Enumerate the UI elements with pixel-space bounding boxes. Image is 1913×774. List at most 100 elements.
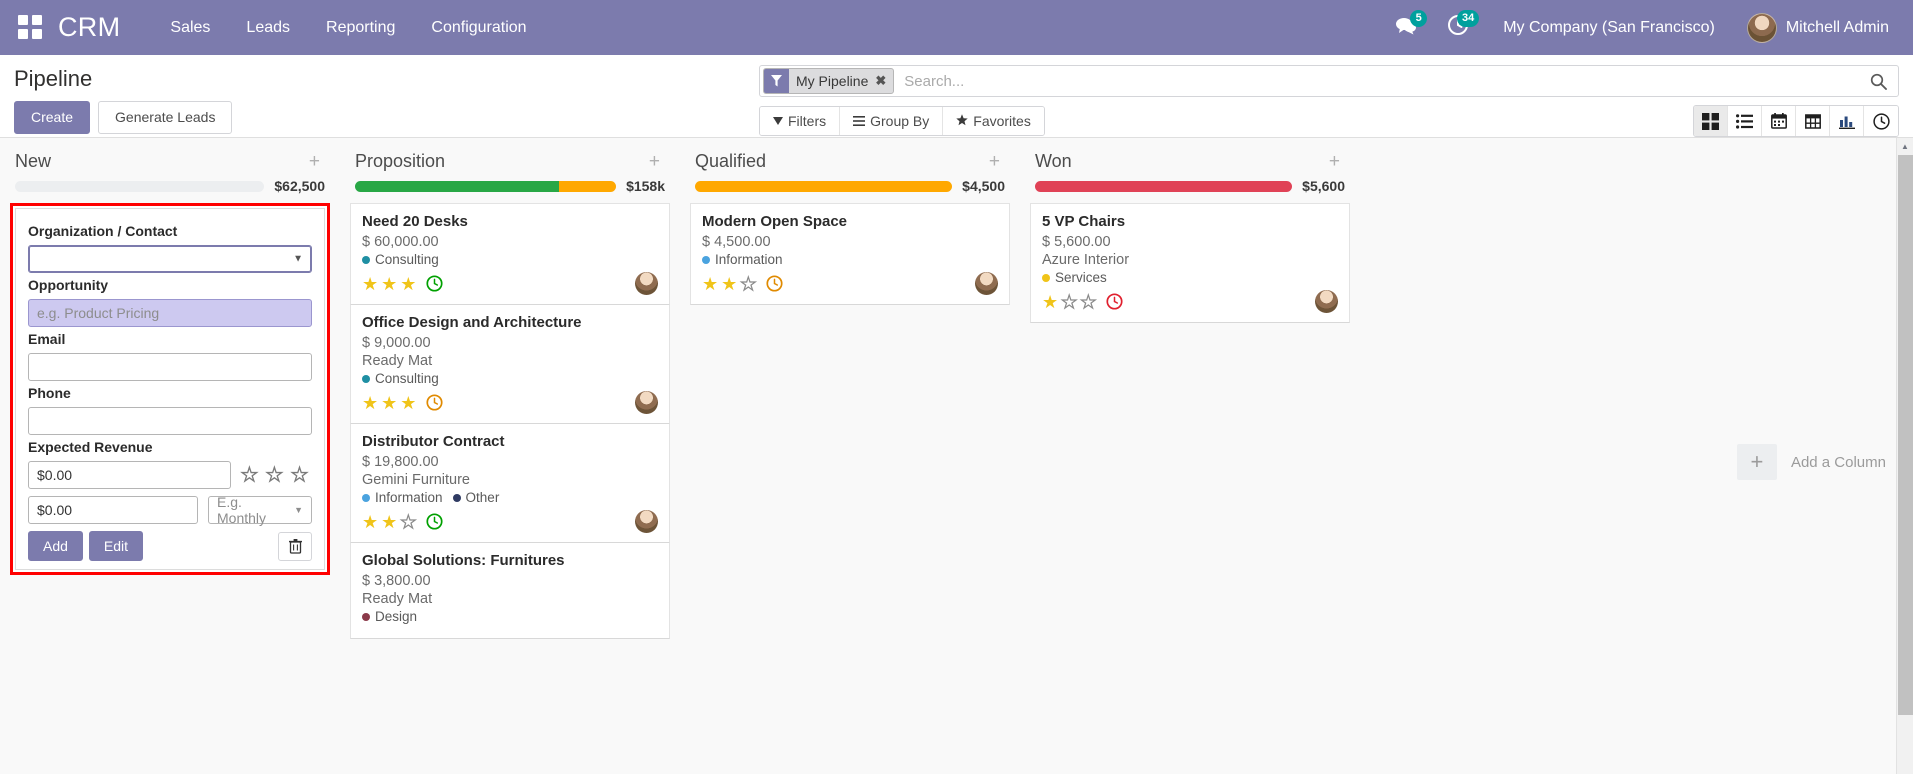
- card-priority-star[interactable]: ★: [1042, 293, 1058, 311]
- magnifier-icon[interactable]: [1859, 66, 1898, 96]
- plus-icon[interactable]: +: [984, 152, 1005, 171]
- card-priority-star[interactable]: ★: [362, 513, 378, 531]
- group-by-button[interactable]: Group By: [840, 107, 944, 135]
- scrollbar-thumb[interactable]: [1898, 155, 1913, 715]
- view-button-kanban[interactable]: [1694, 106, 1728, 136]
- kanban-card[interactable]: Global Solutions: Furnitures $ 3,800.00 Re…: [350, 543, 670, 639]
- generate-leads-button[interactable]: Generate Leads: [98, 101, 233, 134]
- card-tag[interactable]: Other: [452, 490, 499, 505]
- card-priority-star[interactable]: ★: [400, 275, 416, 293]
- close-x-icon[interactable]: ✖: [874, 73, 893, 89]
- card-tag[interactable]: Information: [362, 490, 443, 505]
- progress-bar[interactable]: [695, 180, 953, 192]
- card-priority[interactable]: ★ ★ ★: [362, 512, 417, 531]
- edit-button[interactable]: Edit: [88, 531, 144, 561]
- card-priority-star[interactable]: ★: [1080, 292, 1097, 311]
- create-button[interactable]: Create: [14, 101, 91, 134]
- card-priority[interactable]: ★ ★ ★: [702, 274, 757, 293]
- vertical-scrollbar[interactable]: ▲: [1896, 138, 1913, 774]
- progress-segment[interactable]: [1035, 180, 1293, 192]
- progress-segment[interactable]: [558, 180, 617, 192]
- view-button-activity[interactable]: [1864, 106, 1898, 136]
- progress-bar[interactable]: [15, 180, 265, 192]
- card-assignee-avatar[interactable]: [635, 510, 658, 533]
- recurring-revenue-input[interactable]: [28, 496, 198, 524]
- nav-menu-sales[interactable]: Sales: [152, 13, 228, 43]
- card-assignee-avatar[interactable]: [975, 272, 998, 295]
- priority-star[interactable]: ★: [240, 465, 258, 485]
- email-input[interactable]: [28, 353, 312, 381]
- nav-menu-reporting[interactable]: Reporting: [308, 13, 413, 43]
- app-brand-crm[interactable]: CRM: [58, 12, 120, 43]
- search-bar[interactable]: My Pipeline ✖: [759, 65, 1899, 97]
- kanban-card[interactable]: Modern Open Space $ 4,500.00 Information ★ ★…: [690, 203, 1010, 305]
- favorites-button[interactable]: Favorites: [943, 107, 1044, 135]
- add-button[interactable]: Add: [28, 531, 83, 561]
- card-assignee-avatar[interactable]: [635, 272, 658, 295]
- activity-clock-icon[interactable]: [426, 394, 443, 411]
- plus-icon[interactable]: +: [304, 152, 325, 171]
- card-priority-star[interactable]: ★: [721, 275, 737, 293]
- card-priority-star[interactable]: ★: [362, 275, 378, 293]
- card-priority[interactable]: ★ ★ ★: [362, 275, 416, 293]
- view-button-list[interactable]: [1728, 106, 1762, 136]
- search-facet-my-pipeline[interactable]: My Pipeline ✖: [763, 68, 895, 94]
- card-tag[interactable]: Design: [362, 609, 417, 624]
- search-input[interactable]: [894, 66, 1859, 96]
- caret-up-icon[interactable]: ▲: [1897, 138, 1913, 155]
- recurring-plan-select[interactable]: E.g. Monthly ▼: [208, 494, 312, 526]
- priority-star[interactable]: ★: [265, 465, 283, 485]
- apps-grid-icon[interactable]: [18, 14, 44, 41]
- card-priority-star[interactable]: ★: [400, 394, 416, 412]
- progress-bar[interactable]: [1035, 180, 1293, 192]
- card-tag[interactable]: Services: [1042, 270, 1107, 285]
- kanban-card[interactable]: Office Design and Architecture $ 9,000.00…: [350, 305, 670, 424]
- add-column-label[interactable]: Add a Column: [1791, 454, 1886, 471]
- plus-icon[interactable]: +: [644, 152, 665, 171]
- card-priority[interactable]: ★ ★ ★: [362, 394, 416, 412]
- activity-clock-icon[interactable]: [766, 275, 783, 292]
- kanban-card[interactable]: Distributor Contract $ 19,800.00 Gemini Fu…: [350, 424, 670, 543]
- add-column-section[interactable]: + Add a Column: [1719, 138, 1896, 774]
- card-priority-star[interactable]: ★: [362, 394, 378, 412]
- organization-contact-input[interactable]: [28, 245, 312, 273]
- priority-star[interactable]: ★: [290, 465, 308, 485]
- view-button-graph[interactable]: [1830, 106, 1864, 136]
- card-tag[interactable]: Consulting: [362, 371, 439, 386]
- view-button-pivot[interactable]: [1796, 106, 1830, 136]
- opportunity-input[interactable]: [28, 299, 312, 327]
- company-switcher[interactable]: My Company (San Francisco): [1487, 19, 1731, 37]
- card-priority-star[interactable]: ★: [381, 513, 397, 531]
- activity-clock-icon[interactable]: [426, 275, 443, 292]
- trash-icon[interactable]: [278, 531, 312, 561]
- card-tag[interactable]: Consulting: [362, 252, 439, 267]
- progress-segment[interactable]: [695, 180, 953, 192]
- card-priority-star[interactable]: ★: [1061, 292, 1078, 311]
- phone-input[interactable]: [28, 407, 312, 435]
- plus-icon[interactable]: +: [1324, 152, 1345, 171]
- card-priority-star[interactable]: ★: [702, 275, 718, 293]
- card-priority-star[interactable]: ★: [400, 512, 417, 531]
- nav-menu-configuration[interactable]: Configuration: [413, 13, 544, 43]
- card-priority-star[interactable]: ★: [381, 394, 397, 412]
- card-priority[interactable]: ★ ★ ★: [1042, 292, 1097, 311]
- card-assignee-avatar[interactable]: [635, 391, 658, 414]
- activity-clock-icon[interactable]: [426, 513, 443, 530]
- kanban-card[interactable]: 5 VP Chairs $ 5,600.00 Azure Interior Servi…: [1030, 203, 1350, 323]
- activity-clock-icon[interactable]: [1106, 293, 1123, 310]
- plus-icon[interactable]: +: [1736, 444, 1777, 480]
- card-tag[interactable]: Information: [702, 252, 783, 267]
- priority-stars[interactable]: ★ ★ ★: [240, 465, 312, 485]
- view-button-calendar[interactable]: [1762, 106, 1796, 136]
- progress-bar[interactable]: [355, 180, 617, 192]
- card-assignee-avatar[interactable]: [1315, 290, 1338, 313]
- kanban-card[interactable]: Need 20 Desks $ 60,000.00 Consulting ★ ★ ★: [350, 203, 670, 305]
- progress-segment[interactable]: [355, 180, 559, 192]
- card-priority-star[interactable]: ★: [381, 275, 397, 293]
- expected-revenue-input[interactable]: [28, 461, 231, 489]
- messages-menu[interactable]: 5: [1383, 8, 1429, 48]
- nav-menu-leads[interactable]: Leads: [228, 13, 308, 43]
- filters-button[interactable]: Filters: [760, 107, 841, 135]
- activities-menu[interactable]: 34: [1435, 8, 1481, 48]
- card-priority-star[interactable]: ★: [740, 274, 757, 293]
